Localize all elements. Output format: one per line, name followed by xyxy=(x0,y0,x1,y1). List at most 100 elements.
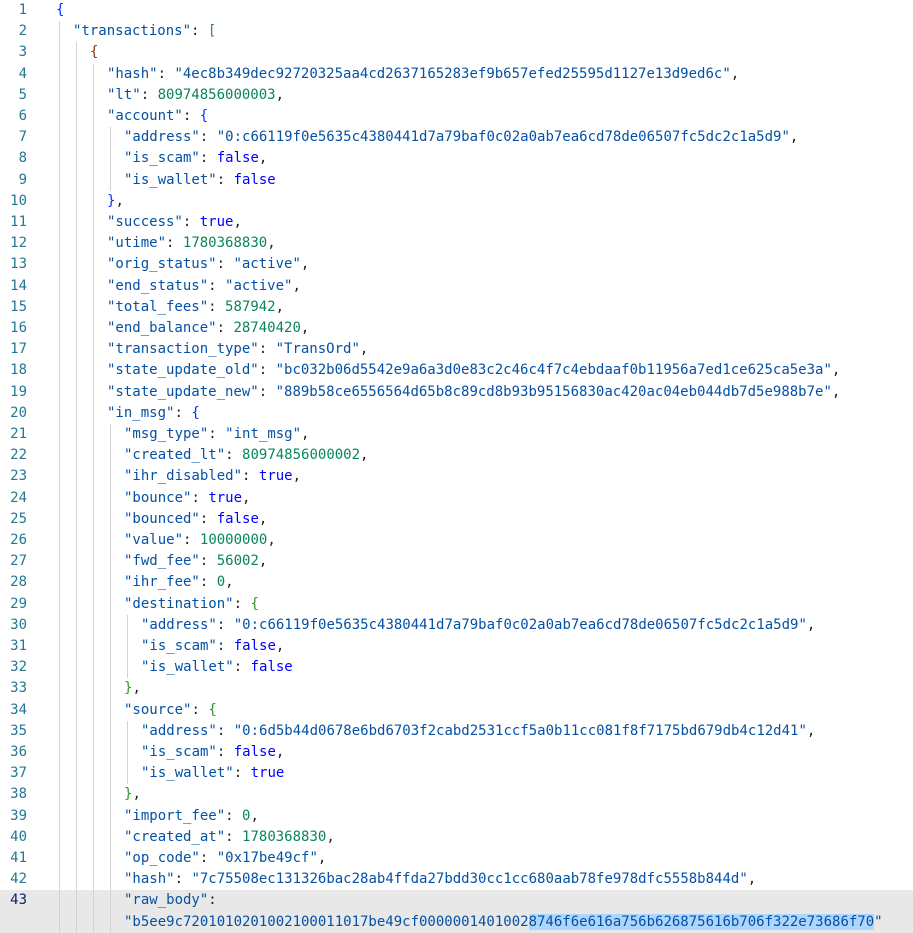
line-code: }, xyxy=(107,192,124,209)
json-editor[interactable]: 1{2 "transactions": [3{4 "hash": "4ec8b349… xyxy=(0,0,913,933)
line-number: 11 xyxy=(10,214,27,230)
code-line[interactable]: 3{ xyxy=(0,42,913,63)
code-line[interactable]: 43 "raw_body": xyxy=(0,890,913,912)
code-line[interactable]: 10}, xyxy=(0,191,913,212)
code-line[interactable]: 9 "is_wallet": false xyxy=(0,170,913,191)
code-line[interactable]: 25 "bounced": false, xyxy=(0,509,913,530)
code-line[interactable]: 6 "account": { xyxy=(0,106,913,127)
line-number: 21 xyxy=(10,426,27,442)
line-code: "is_scam": false, xyxy=(141,638,285,654)
code-line[interactable]: 16 "end_balance": 28740420, xyxy=(0,318,913,339)
line-code: "hash": "7c75508ec131326bac28ab4ffda27bd… xyxy=(124,871,757,888)
code-line[interactable]: 35 "address": "0:6d5b44d0678e6bd6703f2cab… xyxy=(0,721,913,742)
code-line[interactable]: 42 "hash": "7c75508ec131326bac28ab4ffda27… xyxy=(0,869,913,890)
line-number: 10 xyxy=(10,192,27,209)
code-line[interactable]: 33}, xyxy=(0,678,913,699)
line-number: 5 xyxy=(18,86,27,103)
line-code: "source": { xyxy=(124,701,217,718)
line-number: 31 xyxy=(10,638,27,654)
line-code: "msg_type": "int_msg", xyxy=(124,426,310,442)
line-number: 22 xyxy=(10,447,27,464)
code-line[interactable]: 38}, xyxy=(0,784,913,805)
code-line[interactable]: 34 "source": { xyxy=(0,700,913,721)
line-number: 13 xyxy=(10,256,27,273)
line-number: 23 xyxy=(10,468,27,485)
line-code: "is_scam": false, xyxy=(141,744,285,760)
line-code: }, xyxy=(124,680,141,697)
line-code: "address": "0:6d5b44d0678e6bd6703f2cabd2… xyxy=(141,722,816,739)
line-number: 34 xyxy=(10,701,27,718)
code-line[interactable]: 12 "utime": 1780368830, xyxy=(0,233,913,254)
code-line[interactable]: 13 "orig_status": "active", xyxy=(0,254,913,275)
line-number: 43 xyxy=(10,892,27,909)
indent-guide xyxy=(76,42,77,933)
indent-guide xyxy=(127,614,128,679)
line-code: "ihr_disabled": true, xyxy=(124,468,302,485)
code-line[interactable]: 4 "hash": "4ec8b349dec92720325aa4cd263716… xyxy=(0,64,913,85)
line-code: { xyxy=(56,2,65,18)
code-line[interactable]: 2 "transactions": [ xyxy=(0,21,913,42)
line-code: "end_status": "active", xyxy=(107,277,301,294)
line-code: "transactions": [ xyxy=(73,23,217,40)
code-line[interactable]: 28 "ihr_fee": 0, xyxy=(0,572,913,593)
line-number: 36 xyxy=(10,744,27,760)
line-number: 29 xyxy=(10,595,27,612)
line-number: 24 xyxy=(10,489,27,506)
code-line[interactable]: 32 "is_wallet": false xyxy=(0,657,913,678)
line-number: 25 xyxy=(10,510,27,527)
code-line[interactable]: 39 "import_fee": 0, xyxy=(0,806,913,827)
line-code: "is_wallet": false xyxy=(124,171,276,188)
line-code: "bounce": true, xyxy=(124,489,251,506)
line-number: 9 xyxy=(18,171,27,188)
code-line[interactable]: 11 "success": true, xyxy=(0,212,913,233)
code-line[interactable]: 36 "is_scam": false, xyxy=(0,742,913,763)
indent-guide xyxy=(93,63,94,933)
text-selection: 8746f6e616a756b626875616b706f322e73686f7… xyxy=(528,913,875,930)
code-line[interactable]: 1{ xyxy=(0,0,913,21)
line-code: "hash": "4ec8b349dec92720325aa4cd2637165… xyxy=(107,65,740,82)
code-line[interactable]: 19 "state_update_new": "889b58ce6556564d6… xyxy=(0,382,913,403)
code-line[interactable]: "b5ee9c7201010201002100011017be49cf00000… xyxy=(0,911,913,933)
code-line[interactable]: 29 "destination": { xyxy=(0,594,913,615)
code-line[interactable]: 31 "is_scam": false, xyxy=(0,636,913,657)
line-number: 41 xyxy=(10,850,27,866)
line-number: 39 xyxy=(10,807,27,824)
line-number: 6 xyxy=(18,108,27,124)
code-line[interactable]: 14 "end_status": "active", xyxy=(0,276,913,297)
code-line[interactable]: 30 "address": "0:c66119f0e5635c4380441d7a… xyxy=(0,615,913,636)
line-number: 8 xyxy=(18,150,27,167)
code-line[interactable]: 18 "state_update_old": "bc032b06d5542e9a6… xyxy=(0,360,913,381)
code-line[interactable]: 7 "address": "0:c66119f0e5635c4380441d7a7… xyxy=(0,127,913,148)
code-line[interactable]: 37 "is_wallet": true xyxy=(0,763,913,784)
indent-guide xyxy=(59,21,60,933)
line-code: "orig_status": "active", xyxy=(107,256,310,273)
line-number: 35 xyxy=(10,722,27,739)
code-line[interactable]: 15 "total_fees": 587942, xyxy=(0,297,913,318)
line-code: "destination": { xyxy=(124,595,259,612)
line-code: }, xyxy=(124,786,141,803)
code-line[interactable]: 17 "transaction_type": "TransOrd", xyxy=(0,339,913,360)
line-number: 1 xyxy=(18,2,27,18)
line-number: 17 xyxy=(10,341,27,358)
code-line[interactable]: 21 "msg_type": "int_msg", xyxy=(0,424,913,445)
code-line[interactable]: 40 "created_at": 1780368830, xyxy=(0,827,913,848)
code-line[interactable]: 26 "value": 10000000, xyxy=(0,530,913,551)
line-number: 16 xyxy=(10,320,27,336)
code-line[interactable]: 24 "bounce": true, xyxy=(0,488,913,509)
code-line[interactable]: 22 "created_lt": 80974856000002, xyxy=(0,445,913,466)
line-number: 40 xyxy=(10,828,27,845)
line-code: "is_scam": false, xyxy=(124,150,268,167)
code-line[interactable]: 8 "is_scam": false, xyxy=(0,148,913,169)
code-line[interactable]: 27 "fwd_fee": 56002, xyxy=(0,551,913,572)
code-line[interactable]: 23 "ihr_disabled": true, xyxy=(0,466,913,487)
line-code: "total_fees": 587942, xyxy=(107,298,285,315)
code-line[interactable]: 5 "lt": 80974856000003, xyxy=(0,85,913,106)
line-code: "ihr_fee": 0, xyxy=(124,574,234,591)
raw-body-value: "b5ee9c7201010201002100011017be49cf00000… xyxy=(124,913,883,930)
line-number: 20 xyxy=(10,404,27,421)
line-code: "account": { xyxy=(107,108,209,124)
code-line[interactable]: 20 "in_msg": { xyxy=(0,403,913,424)
line-number: 42 xyxy=(10,871,27,888)
code-line[interactable]: 41 "op_code": "0x17be49cf", xyxy=(0,848,913,869)
line-code: "raw_body": xyxy=(124,892,217,909)
